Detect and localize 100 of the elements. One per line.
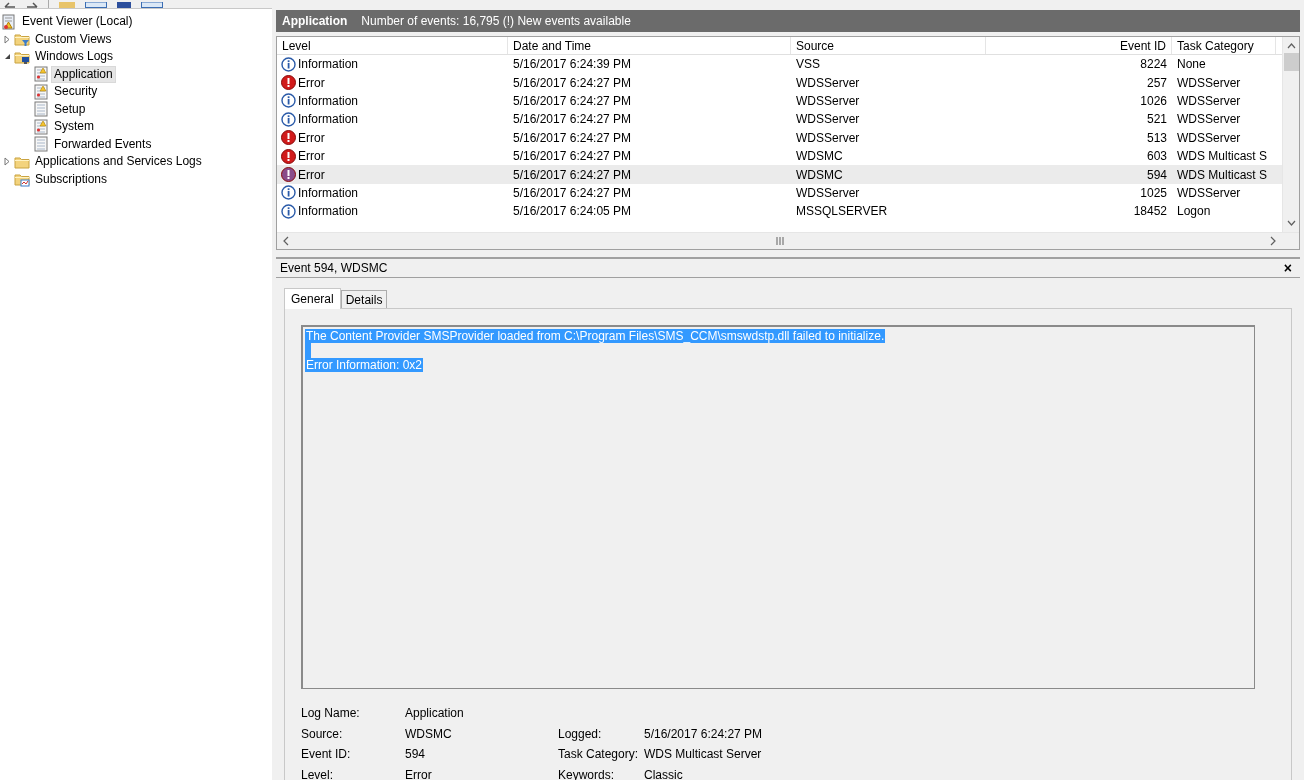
- tab[interactable]: Details: [340, 290, 388, 308]
- table-cell-text: 257: [1145, 74, 1168, 92]
- event-row[interactable]: Error 5/16/2017 6:24:27 PM WDSMC 594 WDS Multicast S: [277, 165, 1282, 184]
- table-cell-text: WDSServer: [795, 129, 861, 147]
- table-cell-text: 521: [1145, 111, 1168, 129]
- field-label: Event ID:: [301, 746, 352, 764]
- tree-item[interactable]: Custom Views: [32, 30, 115, 48]
- field-value: Classic: [644, 766, 684, 780]
- column-header[interactable]: Task Category: [1172, 37, 1276, 54]
- table-cell-text: WDSServer: [795, 74, 861, 92]
- table-cell-text: MSSQLSERVER: [795, 203, 889, 221]
- table-cell-text: 1025: [1139, 184, 1168, 202]
- forward-arrow-icon[interactable]: [26, 2, 38, 8]
- table-cell-text: WDSServer: [795, 111, 861, 129]
- subscriptions-folder-icon: [14, 171, 30, 188]
- expanded-arrow-icon[interactable]: [3, 52, 11, 62]
- table-cell-text: Error: [298, 129, 325, 147]
- table-cell-text: Information: [298, 203, 359, 221]
- info-icon: [281, 203, 296, 219]
- event-viewer-icon: [1, 13, 17, 30]
- event-row[interactable]: Information 5/16/2017 6:24:27 PM WDSServer 1025 WDSServer: [277, 183, 1282, 203]
- table-cell-text: Error: [298, 166, 325, 184]
- table-cell-text: 1026: [1139, 92, 1168, 110]
- field-value: 5/16/2017 6:24:27 PM: [644, 725, 764, 743]
- table-cell-text: Information: [298, 92, 359, 110]
- info-icon: [281, 111, 296, 127]
- event-title: Event 594, WDSMC: [280, 260, 388, 277]
- tree-item[interactable]: Setup: [51, 100, 89, 118]
- tree-item[interactable]: Subscriptions: [32, 170, 111, 188]
- info-icon: [281, 93, 296, 109]
- tree-item[interactable]: Security: [51, 83, 101, 101]
- table-cell-text: Error: [298, 74, 325, 92]
- field-label: Task Category:: [558, 746, 640, 764]
- event-row[interactable]: Information 5/16/2017 6:24:39 PM VSS 8224 None: [277, 55, 1282, 74]
- scroll-thumb[interactable]: [1283, 53, 1299, 71]
- error-icon: [281, 75, 296, 91]
- table-cell-text: WDSServer: [1176, 184, 1242, 202]
- vertical-scrollbar[interactable]: [1282, 37, 1299, 232]
- collapsed-arrow-icon[interactable]: [3, 157, 11, 167]
- table-cell-text: 5/16/2017 6:24:27 PM: [512, 184, 633, 202]
- table-cell-text: 5/16/2017 6:24:27 PM: [512, 166, 633, 184]
- table-cell-text: 5/16/2017 6:24:05 PM: [512, 203, 633, 221]
- horizontal-scrollbar[interactable]: [277, 232, 1299, 249]
- tab[interactable]: General: [284, 288, 341, 309]
- event-row[interactable]: Information 5/16/2017 6:24:27 PM WDSServer 521 WDSServer: [277, 110, 1282, 129]
- tree-item[interactable]: Applications and Services Logs: [32, 153, 205, 171]
- field-label: Source:: [301, 725, 344, 743]
- event-row[interactable]: Information 5/16/2017 6:24:05 PM MSSQLSERVER 18452 Logon: [277, 202, 1282, 221]
- close-button[interactable]: ×: [1279, 261, 1296, 275]
- column-header[interactable]: Level: [277, 37, 508, 54]
- table-cell-text: 603: [1145, 148, 1168, 166]
- message-text: Error Information: 0x2: [305, 358, 424, 372]
- event-row[interactable]: Error 5/16/2017 6:24:27 PM WDSServer 257 WDSServer: [277, 73, 1282, 92]
- table-cell-text: 5/16/2017 6:24:39 PM: [512, 56, 633, 74]
- table-cell-text: WDSServer: [1176, 111, 1242, 129]
- tree-item[interactable]: System: [51, 118, 97, 136]
- table-cell-text: Information: [298, 184, 359, 202]
- table-cell-text: WDS Multicast S: [1176, 148, 1268, 166]
- info-icon: [281, 56, 296, 72]
- log-icon: [33, 136, 49, 153]
- tree-item[interactable]: Windows Logs: [32, 48, 117, 66]
- collapsed-arrow-icon[interactable]: [3, 34, 11, 44]
- filter-folder-icon: [14, 31, 30, 48]
- column-header[interactable]: Source: [791, 37, 986, 54]
- table-cell-text: Error: [298, 148, 325, 166]
- field-value: 594: [405, 746, 427, 764]
- table-cell-text: WDS Multicast S: [1176, 166, 1268, 184]
- error-icon: [281, 148, 296, 164]
- event-row[interactable]: Error 5/16/2017 6:24:27 PM WDSMC 603 WDS Multicast S: [277, 146, 1282, 166]
- table-cell-text: VSS: [795, 56, 821, 74]
- table-cell-text: WDSMC: [795, 148, 844, 166]
- back-arrow-icon[interactable]: [4, 2, 16, 8]
- field-value: WDS Multicast Server: [644, 746, 763, 764]
- table-cell-text: 8224: [1139, 56, 1168, 74]
- message-text: The Content Provider SMSProvider loaded from C:\Program Files\SMS_CCM\smswdstp.dll failed to initialize.: [305, 329, 886, 343]
- field-value: Application: [405, 705, 465, 723]
- error-icon: [281, 167, 296, 183]
- log-title: Application: [282, 13, 348, 30]
- log-icon: [33, 101, 49, 118]
- column-header[interactable]: Event ID: [986, 37, 1172, 54]
- table-cell-text: Logon: [1176, 203, 1212, 221]
- tree-item[interactable]: Event Viewer (Local): [19, 13, 136, 31]
- event-row[interactable]: Information 5/16/2017 6:24:27 PM WDSServer 1026 WDSServer: [277, 91, 1282, 111]
- field-value: WDSMC: [405, 725, 453, 743]
- field-label: Logged:: [558, 725, 603, 743]
- log-alert-icon: [33, 118, 49, 135]
- table-cell-text: Information: [298, 56, 359, 74]
- scroll-grip-icon[interactable]: [775, 237, 784, 245]
- log-alert-icon: [33, 66, 49, 83]
- tree-item[interactable]: Application: [51, 65, 116, 83]
- event-row[interactable]: Error 5/16/2017 6:24:27 PM WDSServer 513 WDSServer: [277, 128, 1282, 147]
- table-cell-text: 5/16/2017 6:24:27 PM: [512, 148, 633, 166]
- table-cell-text: 18452: [1132, 203, 1168, 221]
- table-cell-text: None: [1176, 56, 1207, 74]
- table-cell-text: WDSServer: [795, 92, 861, 110]
- column-header[interactable]: Date and Time: [508, 37, 791, 54]
- table-cell-text: Information: [298, 111, 359, 129]
- tree-item[interactable]: Forwarded Events: [51, 135, 155, 153]
- table-cell-text: 5/16/2017 6:24:27 PM: [512, 92, 633, 110]
- table-cell-text: WDSServer: [1176, 74, 1242, 92]
